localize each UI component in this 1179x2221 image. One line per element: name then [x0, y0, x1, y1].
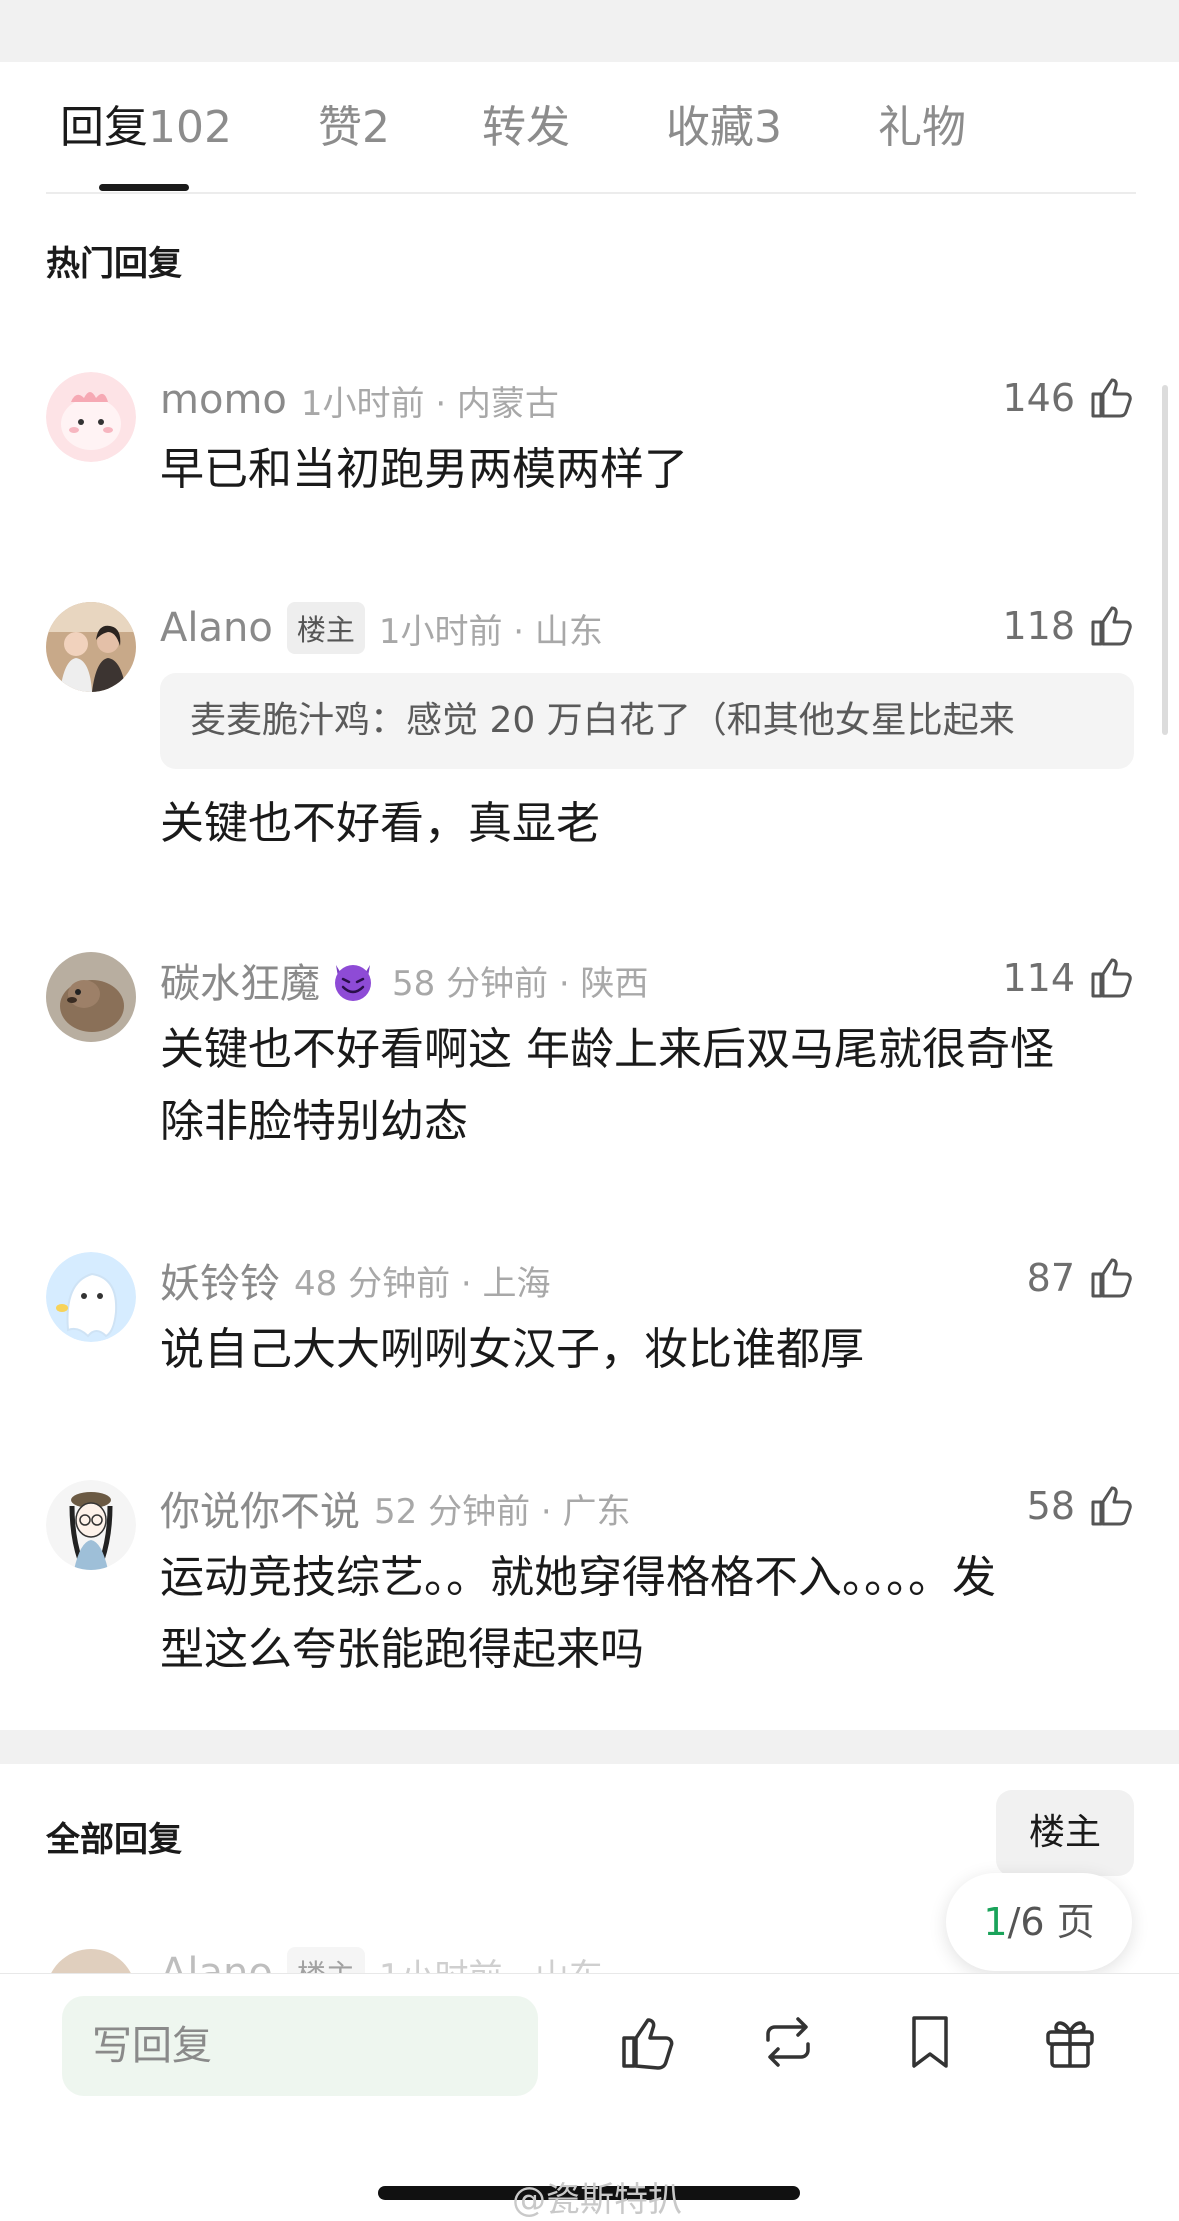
like-count: 146 — [1002, 376, 1075, 420]
username[interactable]: 妖铃铃 — [160, 1251, 280, 1309]
op-only-filter-button[interactable]: 楼主 — [996, 1790, 1134, 1876]
thumbs-up-icon — [1091, 958, 1132, 998]
section-separator — [0, 1730, 1179, 1764]
comment-meta: Alano 楼主 1小时前 · 山东 — [160, 598, 603, 658]
tabs-divider — [46, 192, 1136, 194]
tab-gifts[interactable]: 礼物 — [878, 102, 966, 155]
comment-text: 早已和当初跑男两模两样了 — [160, 444, 688, 495]
time-location: 1小时前 · 内蒙古 — [300, 383, 559, 424]
tab-favorites-count: 3 — [754, 102, 782, 153]
page-current: 1 — [983, 1900, 1008, 1944]
avatar-image — [46, 1480, 136, 1570]
avatar[interactable] — [46, 1252, 136, 1342]
comment-meta: 妖铃铃 48 分钟前 · 上海 — [160, 1250, 551, 1310]
like-count: 114 — [1002, 956, 1075, 1000]
op-badge: 楼主 — [286, 1947, 365, 1975]
tab-favorites-label: 收藏 — [666, 102, 754, 153]
comment-meta: 碳水狂魔 58 分钟前 · 陕西 — [160, 950, 649, 1010]
thumbs-up-icon — [1091, 1258, 1132, 1298]
comment-text-line: 运动竞技综艺。。就她穿得格格不入。。。。发 — [160, 1552, 996, 1603]
thumbs-up-icon — [1091, 606, 1132, 646]
watermark: @瓷斯特扒 — [512, 2180, 682, 2220]
active-tab-indicator — [99, 184, 189, 191]
quoted-reply[interactable]: 麦麦脆汁鸡：感觉 20 万白花了（和其他女星比起来 — [160, 673, 1134, 769]
tab-favorites[interactable]: 收藏3 — [666, 102, 782, 155]
username[interactable]: Alano — [160, 605, 273, 651]
avatar[interactable] — [46, 1480, 136, 1570]
avatar-image — [46, 372, 136, 462]
tab-reposts-label: 转发 — [482, 102, 570, 153]
thumbs-up-icon[interactable] — [616, 2010, 680, 2074]
tab-likes[interactable]: 赞2 — [318, 102, 390, 155]
thumbs-up-icon — [1091, 378, 1132, 418]
comment-text-line: 型这么夸张能跑得起来吗 — [160, 1624, 644, 1675]
avatar-image — [46, 1252, 136, 1342]
like-count: 118 — [1002, 604, 1075, 648]
like-control[interactable]: 146 — [1002, 374, 1135, 422]
tab-replies[interactable]: 回复102 — [60, 102, 232, 155]
avatar — [46, 1949, 136, 1975]
op-badge: 楼主 — [286, 602, 365, 654]
time-location: 58 分钟前 · 陕西 — [392, 963, 649, 1004]
comment-meta: momo 1小时前 · 内蒙古 — [160, 370, 559, 430]
tab-likes-label: 赞 — [318, 102, 362, 153]
top-strip — [0, 0, 1179, 62]
username[interactable]: 你说你不说 — [160, 1479, 360, 1537]
smiling-devil-emoji-icon — [335, 965, 371, 1001]
comment-text: 运动竞技综艺。。就她穿得格格不入。。。。发 型这么夸张能跑得起来吗 — [160, 1542, 1140, 1686]
username[interactable]: momo — [160, 377, 287, 423]
comment-text: 关键也不好看啊这 年龄上来后双马尾就很奇怪 除非脸特别幼态 — [160, 1014, 1140, 1158]
avatar-image — [46, 602, 136, 692]
page-total: /6 页 — [1007, 1900, 1095, 1944]
reply-input[interactable]: 写回复 — [62, 1996, 538, 2096]
like-count: 58 — [1026, 1484, 1075, 1528]
thumbs-up-icon — [1091, 1486, 1132, 1526]
comment-meta: 你说你不说 52 分钟前 · 广东 — [160, 1478, 631, 1538]
comment-meta: Alano 楼主 1小时前 · 山东 — [160, 1947, 603, 1975]
avatar[interactable] — [46, 602, 136, 692]
tab-replies-count: 102 — [148, 102, 232, 153]
tab-bar: 回复102 赞2 转发 收藏3 礼物 — [0, 62, 1179, 194]
like-control[interactable]: 118 — [1002, 602, 1135, 650]
time-location: 48 分钟前 · 上海 — [294, 1263, 551, 1304]
comment-text-line: 关键也不好看啊这 年龄上来后双马尾就很奇怪 — [160, 1024, 1054, 1075]
username[interactable]: 碳水狂魔 — [160, 951, 320, 1009]
comment-text: 关键也不好看，真显老 — [160, 798, 600, 849]
bookmark-icon[interactable] — [898, 2010, 962, 2074]
scrollbar[interactable] — [1162, 385, 1168, 735]
like-control[interactable]: 58 — [1027, 1482, 1135, 1530]
avatar[interactable] — [46, 952, 136, 1042]
like-control[interactable]: 87 — [1027, 1254, 1135, 1302]
time-location: 52 分钟前 · 广东 — [374, 1491, 631, 1532]
comment-text-line: 除非脸特别幼态 — [160, 1096, 468, 1147]
tab-replies-label: 回复 — [60, 102, 148, 153]
hot-replies-title: 热门回复 — [46, 244, 182, 284]
all-replies-title: 全部回复 — [46, 1820, 182, 1860]
comment-text: 说自己大大咧咧女汉子，妆比谁都厚 — [160, 1324, 864, 1375]
avatar-image — [46, 952, 136, 1042]
page-indicator[interactable]: 1/6 页 — [946, 1873, 1132, 1971]
time-location: 1小时前 · 山东 — [379, 1949, 603, 1976]
tab-gifts-label: 礼物 — [878, 102, 966, 153]
repost-icon[interactable] — [756, 2010, 820, 2074]
time-location: 1小时前 · 山东 — [378, 611, 603, 652]
like-control[interactable]: 114 — [1002, 954, 1135, 1002]
gift-icon[interactable] — [1038, 2010, 1102, 2074]
username: Alano — [160, 1950, 273, 1975]
like-count: 87 — [1026, 1256, 1075, 1300]
tab-likes-count: 2 — [362, 102, 390, 153]
tab-reposts[interactable]: 转发 — [482, 102, 570, 155]
avatar[interactable] — [46, 372, 136, 462]
